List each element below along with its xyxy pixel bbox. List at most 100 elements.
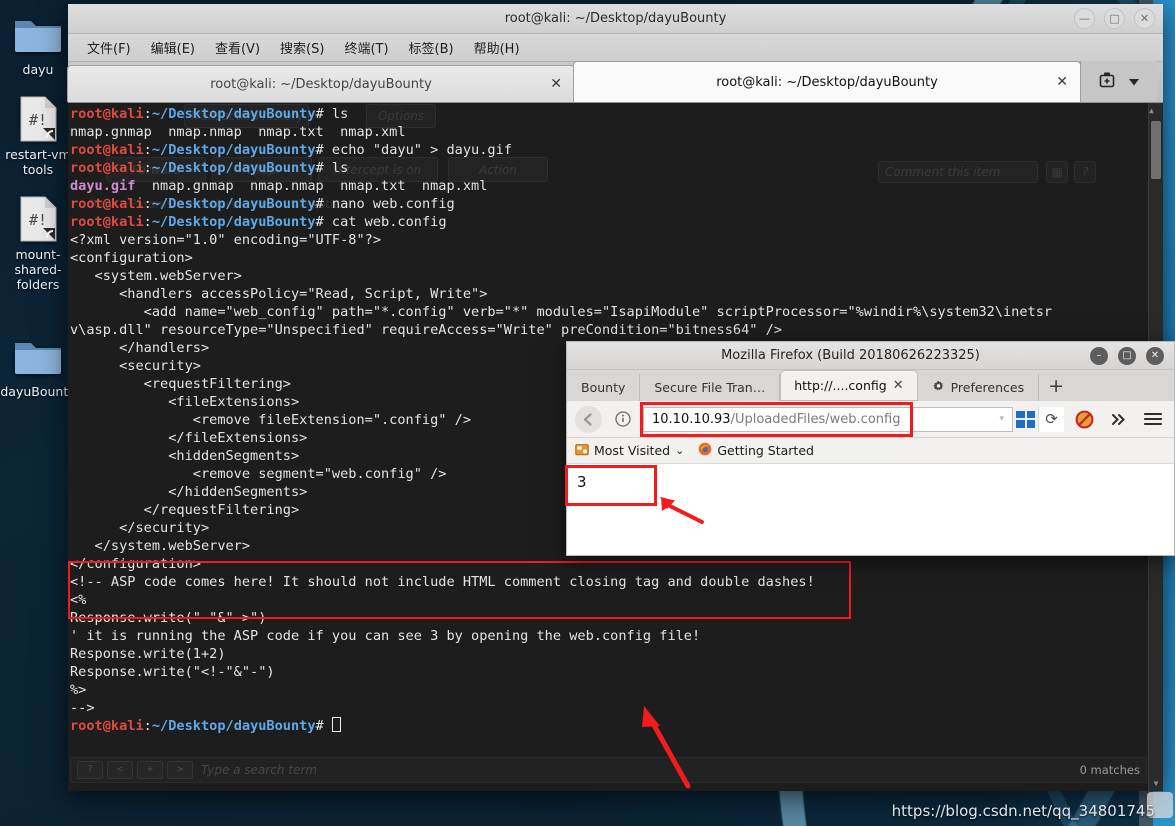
prompt-path: ~/Desktop/dayuBounty: [151, 718, 316, 734]
terminal-line-active-prompt: root@kali:~/Desktop/dayuBounty#: [70, 717, 1163, 735]
menu-item-terminal[interactable]: 终端(T): [335, 35, 397, 60]
maximize-button[interactable]: □: [1104, 8, 1125, 29]
find-input[interactable]: Type a search term: [197, 761, 1076, 779]
terminal-command: ls: [331, 160, 349, 176]
desktop-icon-mount-shared-folders[interactable]: #! mount-shared-folders: [0, 191, 76, 292]
terminal-find-bar[interactable]: ? < + > Type a search term 0 matches: [70, 757, 1147, 783]
prompt-hash: #: [315, 214, 332, 230]
terminal-tab-tools: [1080, 61, 1157, 102]
prompt-user: root@kali: [70, 142, 144, 158]
close-button[interactable]: ✕: [1146, 346, 1164, 365]
firefox-tab-bounty[interactable]: Bounty: [567, 374, 641, 401]
menu-item-view[interactable]: 查看(V): [206, 35, 269, 60]
find-next-button[interactable]: >: [167, 761, 193, 779]
gear-icon: [932, 380, 945, 396]
terminal-tab-2[interactable]: root@kali: ~/Desktop/dayuBounty ✕: [573, 61, 1081, 102]
bookmark-getting-started[interactable]: Getting Started: [698, 442, 814, 459]
terminal-line: %>: [70, 682, 87, 698]
prompt-sep: :: [143, 106, 152, 122]
scrollbar-thumb[interactable]: [1151, 121, 1161, 179]
bookmark-label: Most Visited: [594, 443, 671, 458]
prompt-user: root@kali: [70, 196, 144, 212]
terminal-line: Response.write("-"&"->"): [70, 610, 267, 626]
desktop-icon-list: dayu #! restart-vm tools #! mount-shared-…: [0, 6, 76, 399]
find-add-button[interactable]: +: [137, 761, 163, 779]
reload-icon[interactable]: ⟳: [1038, 406, 1064, 432]
prompt-hash: #: [315, 718, 332, 734]
chevron-down-icon[interactable]: ⌄: [675, 444, 684, 457]
scroll-down-icon[interactable]: ▼: [1149, 776, 1163, 791]
prompt-hash: #: [315, 160, 332, 176]
firefox-tab-label: http://....config: [794, 378, 887, 393]
menu-item-edit[interactable]: 编辑(E): [142, 35, 204, 60]
url-host: 10.10.10.93: [652, 411, 731, 427]
minimize-button[interactable]: —: [1074, 8, 1095, 29]
scroll-up-icon[interactable]: ▲: [1149, 103, 1154, 118]
terminal-line: root@kali:~/Desktop/dayuBounty# echo "da…: [70, 141, 1163, 159]
terminal-tab-1[interactable]: root@kali: ~/Desktop/dayuBounty ✕: [67, 65, 575, 102]
desktop-icon-dayu[interactable]: dayu: [0, 6, 76, 77]
chevron-double-right-icon[interactable]: [1105, 406, 1132, 433]
terminal-command: echo "dayu" > dayu.gif: [331, 142, 512, 158]
close-button[interactable]: ✕: [1134, 8, 1155, 29]
page-info-icon[interactable]: [609, 406, 636, 433]
menu-item-search[interactable]: 搜索(S): [271, 35, 333, 60]
firefox-window-title: Mozilla Firefox (Build 20180626223325): [721, 348, 980, 363]
desktop-icon-dayubounty[interactable]: dayuBounty: [0, 328, 76, 399]
noscript-icon[interactable]: [1071, 406, 1098, 433]
terminal-line-asp-write: Response.write(1+2): [70, 646, 226, 662]
prompt-sep: :: [143, 196, 152, 212]
terminal-output: nmap.gnmap nmap.nmap nmap.txt nmap.xml: [135, 178, 488, 194]
terminal-line: <add name="web_config" path="*.config" v…: [70, 304, 1053, 320]
close-icon[interactable]: ✕: [550, 76, 562, 92]
terminal-command: nano web.config: [331, 196, 455, 212]
terminal-line: root@kali:~/Desktop/dayuBounty# cat web.…: [70, 213, 1163, 231]
firefox-page-content[interactable]: 3: [565, 464, 1174, 555]
bookmark-most-visited[interactable]: Most Visited ⌄: [575, 443, 684, 459]
prompt-path: ~/Desktop/dayuBounty: [151, 142, 316, 158]
menu-item-file[interactable]: 文件(F): [78, 35, 140, 60]
close-icon[interactable]: ✕: [1056, 74, 1068, 90]
prompt-path: ~/Desktop/dayuBounty: [151, 196, 316, 212]
close-icon[interactable]: ✕: [893, 378, 904, 393]
chevron-down-icon[interactable]: [1128, 72, 1140, 91]
hamburger-menu-icon[interactable]: [1139, 406, 1166, 433]
prompt-sep: :: [143, 160, 152, 176]
prompt-hash: #: [315, 196, 332, 212]
desktop-icon-label: dayu: [22, 62, 54, 77]
desktop-icon-label: dayuBounty: [0, 384, 76, 399]
new-tab-icon[interactable]: [1098, 71, 1116, 93]
terminal-line-asp-close: Response.write("<!-"&"-"): [70, 664, 275, 680]
minimize-button[interactable]: –: [1090, 346, 1108, 365]
terminal-line: <system.webServer>: [70, 268, 242, 284]
new-tab-button[interactable]: +: [1039, 370, 1073, 401]
firefox-navigation-toolbar: 10.10.10.93/UploadedFiles/web.config ▾ ⟳: [567, 401, 1174, 438]
maximize-button[interactable]: □: [1118, 346, 1136, 365]
svg-text:#!: #!: [29, 211, 47, 229]
find-help-button[interactable]: ?: [77, 761, 103, 779]
terminal-tabbar: root@kali: ~/Desktop/dayuBounty ✕ root@k…: [67, 61, 1163, 103]
folder-icon: [0, 6, 76, 62]
prompt-hash: #: [315, 142, 332, 158]
back-arrow-icon[interactable]: [575, 405, 602, 433]
find-previous-button[interactable]: <: [107, 761, 133, 779]
firefox-tabbar: Bounty Secure File Tran… http://....conf…: [567, 370, 1174, 401]
page-value-highlight: [565, 465, 657, 506]
firefox-window-controls: – □ ✕: [1090, 346, 1174, 365]
firefox-tab-web-config[interactable]: http://....config ✕: [780, 370, 918, 401]
firefox-tab-secure-file-transfer[interactable]: Secure File Tran…: [640, 374, 781, 401]
desktop-icon-restart-vm-tools[interactable]: #! restart-vm tools: [0, 91, 76, 177]
terminal-line: <?xml version="1.0" encoding="UTF-8"?>: [70, 232, 381, 248]
menu-item-tabs[interactable]: 标签(B): [400, 35, 463, 60]
prompt-path: ~/Desktop/dayuBounty: [151, 160, 316, 176]
prompt-user: root@kali: [70, 718, 144, 734]
url-input[interactable]: 10.10.10.93/UploadedFiles/web.config ▾: [643, 406, 1013, 432]
find-match-count: 0 matches: [1079, 763, 1140, 777]
menu-item-help[interactable]: 帮助(H): [465, 35, 529, 60]
firefox-titlebar: Mozilla Firefox (Build 20180626223325) –…: [567, 342, 1174, 370]
terminal-command: cat web.config: [331, 214, 447, 230]
chevron-down-icon[interactable]: ▾: [995, 414, 1008, 424]
terminal-line: dayu.gif nmap.gnmap nmap.nmap nmap.txt n…: [70, 177, 1163, 195]
most-visited-icon: [575, 443, 589, 459]
firefox-tab-preferences[interactable]: Preferences: [918, 374, 1040, 401]
